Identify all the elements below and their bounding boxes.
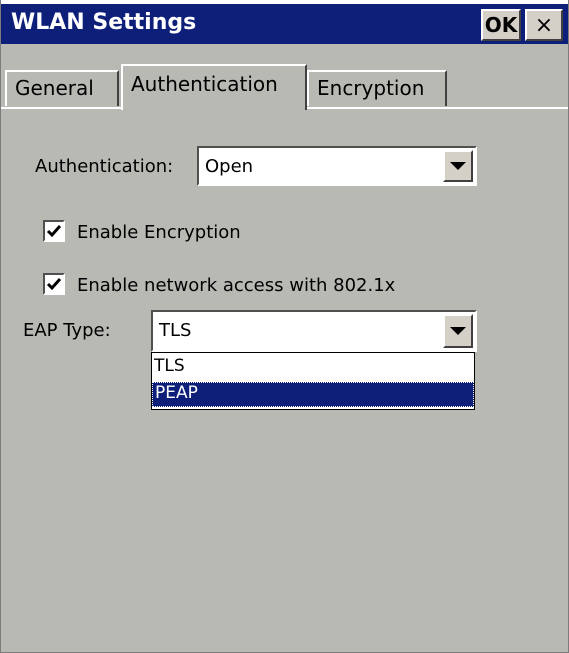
tab-general[interactable]: General — [5, 70, 119, 106]
ok-button[interactable]: OK — [481, 9, 521, 41]
enable-encryption-checkbox[interactable] — [43, 220, 65, 242]
authentication-value: Open — [205, 156, 254, 177]
checkmark-icon — [46, 225, 62, 238]
wlan-settings-window: WLAN Settings OK × General Authenticatio… — [0, 0, 569, 653]
enable-8021x-label: Enable network access with 802.1x — [77, 275, 396, 296]
window-title: WLAN Settings — [11, 10, 197, 35]
authentication-combo[interactable]: Open — [197, 146, 477, 186]
eap-option-peap[interactable]: PEAP — [152, 382, 474, 407]
tab-authentication[interactable]: Authentication — [121, 64, 307, 110]
chevron-down-icon — [450, 327, 466, 335]
authentication-dropdown-button[interactable] — [443, 150, 473, 182]
authentication-label: Authentication: — [35, 156, 174, 177]
enable-encryption-label: Enable Encryption — [77, 222, 241, 243]
chevron-down-icon — [450, 162, 466, 170]
title-bar: WLAN Settings OK × — [1, 0, 568, 44]
eap-type-dropdown-list: TLS PEAP — [151, 352, 475, 410]
eap-type-label: EAP Type: — [23, 320, 111, 341]
checkmark-icon — [46, 278, 62, 291]
tab-strip: General Authentication Encryption — [1, 44, 568, 110]
close-button[interactable]: × — [525, 9, 563, 41]
eap-type-combo[interactable]: TLS — [151, 310, 477, 352]
tab-encryption[interactable]: Encryption — [307, 70, 447, 106]
eap-type-dropdown-button[interactable] — [443, 314, 473, 348]
enable-8021x-checkbox[interactable] — [43, 273, 65, 295]
eap-type-value: TLS — [159, 320, 192, 341]
eap-option-tls[interactable]: TLS — [152, 356, 474, 381]
